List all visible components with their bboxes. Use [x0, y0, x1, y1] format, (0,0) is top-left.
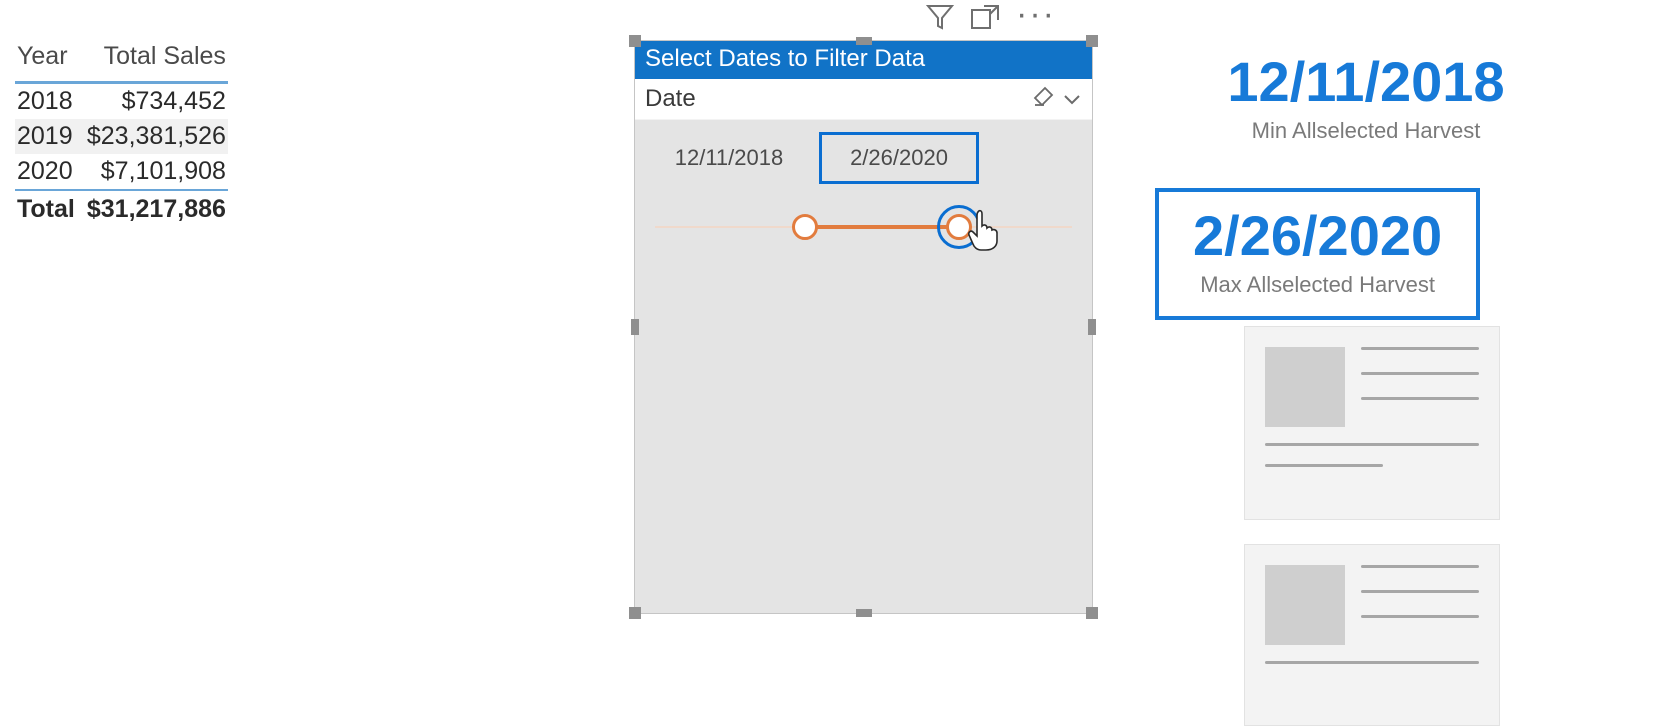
resize-handle[interactable] — [1086, 35, 1098, 47]
resize-handle[interactable] — [856, 609, 872, 617]
table-row[interactable]: 2018 $734,452 — [15, 83, 228, 120]
table-row[interactable]: 2020 $7,101,908 — [15, 154, 228, 190]
slicer-to-date-input[interactable] — [819, 132, 979, 184]
resize-handle[interactable] — [629, 607, 641, 619]
slicer-from-date-input[interactable] — [649, 132, 809, 184]
max-date-value: 2/26/2020 — [1193, 208, 1442, 264]
placeholder-visual[interactable] — [1244, 326, 1500, 520]
cell-year: 2019 — [15, 119, 85, 154]
slicer-field-name: Date — [645, 85, 696, 113]
cell-year: 2020 — [15, 154, 85, 190]
col-total-sales-header: Total Sales — [85, 42, 228, 83]
slider-max-handle[interactable] — [946, 214, 972, 240]
resize-handle[interactable] — [1088, 319, 1096, 335]
more-options-icon[interactable]: ··· — [1016, 4, 1056, 30]
focus-mode-icon[interactable] — [970, 4, 1000, 30]
max-date-label: Max Allselected Harvest — [1193, 272, 1442, 298]
placeholder-thumb-icon — [1265, 565, 1345, 645]
resize-handle[interactable] — [631, 319, 639, 335]
resize-handle[interactable] — [1086, 607, 1098, 619]
resize-handle[interactable] — [629, 35, 641, 47]
chevron-down-icon[interactable] — [1062, 85, 1082, 113]
table-header-row: Year Total Sales — [15, 42, 228, 83]
cell-sales: $734,452 — [85, 83, 228, 120]
max-date-card[interactable]: 2/26/2020 Max Allselected Harvest — [1155, 188, 1480, 320]
resize-handle[interactable] — [856, 37, 872, 45]
cell-total-label: Total — [15, 190, 85, 227]
slicer-title: Select Dates to Filter Data — [635, 41, 1092, 79]
placeholder-lines — [1265, 427, 1479, 467]
min-date-card[interactable]: 12/11/2018 Min Allselected Harvest — [1186, 54, 1546, 144]
placeholder-visual[interactable] — [1244, 544, 1500, 726]
table-row[interactable]: 2019 $23,381,526 — [15, 119, 228, 154]
slider-min-handle[interactable] — [792, 214, 818, 240]
date-range-slider[interactable] — [655, 208, 1072, 248]
sales-table[interactable]: Year Total Sales 2018 $734,452 2019 $23,… — [15, 42, 228, 227]
cell-sales: $23,381,526 — [85, 119, 228, 154]
min-date-value: 12/11/2018 — [1186, 54, 1546, 110]
visual-toolbar: ··· — [926, 4, 1056, 30]
placeholder-thumb-icon — [1265, 347, 1345, 427]
cell-year: 2018 — [15, 83, 85, 120]
table-total-row: Total $31,217,886 — [15, 190, 228, 227]
col-year-header: Year — [15, 42, 85, 83]
slicer-date-inputs — [635, 120, 1092, 184]
slicer-field-header: Date — [635, 79, 1092, 120]
placeholder-lines — [1361, 565, 1479, 618]
filter-icon[interactable] — [926, 4, 954, 30]
placeholder-lines — [1361, 347, 1479, 400]
min-date-label: Min Allselected Harvest — [1186, 118, 1546, 144]
placeholder-lines — [1265, 645, 1479, 664]
date-slicer-visual[interactable]: Select Dates to Filter Data Date — [634, 40, 1093, 614]
slider-selected-range — [805, 225, 959, 229]
eraser-icon[interactable] — [1032, 85, 1054, 113]
cell-total-value: $31,217,886 — [85, 190, 228, 227]
cell-sales: $7,101,908 — [85, 154, 228, 190]
